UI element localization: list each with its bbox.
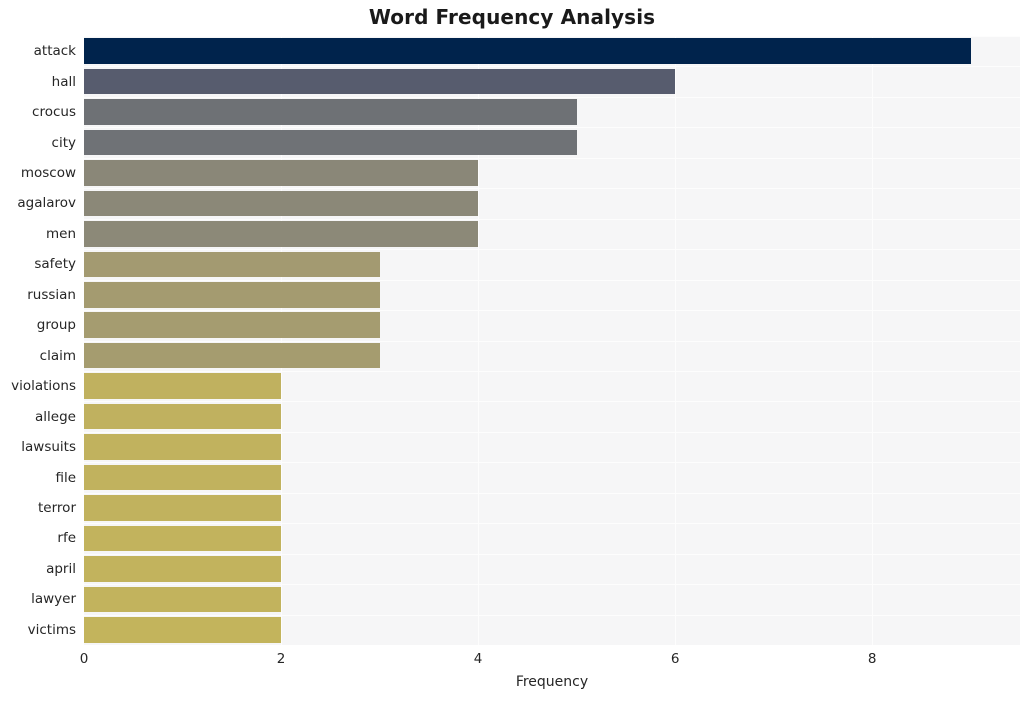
bar	[84, 342, 380, 369]
bar	[84, 373, 282, 399]
y-axis-tick-label: rfe	[57, 530, 76, 547]
horizontal-gridline	[84, 218, 1020, 220]
bar	[84, 464, 282, 491]
horizontal-gridline	[84, 492, 1020, 494]
horizontal-gridline	[84, 523, 1020, 525]
chart-figure: Word Frequency Analysis attack hall crocus…	[0, 0, 1024, 701]
bar	[84, 525, 282, 552]
y-axis-tick-label: allege	[35, 408, 76, 425]
horizontal-gridline	[84, 370, 1020, 372]
x-axis-tick-label: 2	[276, 651, 286, 667]
y-axis-tick-label: city	[51, 134, 76, 151]
bar	[84, 434, 282, 460]
y-axis-tick-label: moscow	[20, 165, 76, 182]
bar	[84, 160, 479, 186]
bar	[84, 312, 380, 339]
y-axis-tick-label: victims	[27, 621, 76, 638]
y-axis-tick-label: claim	[39, 347, 76, 364]
y-axis-tick-label: group	[36, 317, 76, 334]
x-axis-tick-label: 0	[79, 651, 89, 667]
x-axis-tick-label: 4	[473, 651, 483, 667]
horizontal-gridline	[84, 462, 1020, 464]
horizontal-gridline	[84, 66, 1020, 68]
horizontal-gridline	[84, 157, 1020, 159]
y-axis-tick-label: lawyer	[31, 591, 76, 608]
y-axis-tick-labels: attack hall crocus city moscow agalarov men saf…	[0, 36, 76, 645]
bar	[84, 99, 577, 125]
vertical-gridline	[281, 36, 283, 645]
bar	[84, 495, 282, 521]
plot-area	[84, 36, 1020, 645]
y-axis-tick-label: hall	[51, 73, 76, 90]
horizontal-gridline	[84, 340, 1020, 342]
horizontal-gridline	[84, 310, 1020, 312]
horizontal-gridline	[84, 249, 1020, 251]
vertical-gridline	[675, 36, 677, 645]
y-axis-tick-label: men	[45, 225, 76, 242]
horizontal-gridline	[84, 96, 1020, 98]
y-axis-tick-label: terror	[38, 499, 76, 516]
bar	[84, 38, 971, 64]
vertical-gridline	[478, 36, 480, 645]
horizontal-gridline	[84, 127, 1020, 129]
bar	[84, 616, 282, 643]
y-axis-tick-label: safety	[34, 256, 76, 273]
bar	[84, 282, 380, 308]
horizontal-gridline	[84, 279, 1020, 281]
bar	[84, 586, 282, 613]
y-axis-tick-label: russian	[27, 286, 76, 303]
x-axis-title: Frequency	[515, 674, 589, 690]
chart-title: Word Frequency Analysis	[368, 5, 656, 29]
bar	[84, 68, 676, 95]
y-axis-tick-label: crocus	[32, 104, 76, 121]
bar	[84, 556, 282, 582]
horizontal-gridline	[84, 614, 1020, 616]
y-axis-tick-label: file	[55, 469, 76, 486]
horizontal-gridline	[84, 401, 1020, 403]
bar	[84, 221, 479, 247]
bar	[84, 251, 380, 278]
y-axis-tick-label: violations	[11, 378, 76, 395]
horizontal-gridline	[84, 431, 1020, 433]
horizontal-gridline	[84, 36, 1020, 37]
y-axis-tick-label: agalarov	[17, 195, 76, 212]
y-axis-tick-label: attack	[33, 43, 76, 60]
y-axis-tick-label: april	[46, 560, 76, 577]
horizontal-gridline	[84, 553, 1020, 555]
x-axis-tick-labels: 0 2 4 6 8	[0, 648, 1024, 672]
bar	[84, 129, 577, 156]
y-axis-tick-label: lawsuits	[21, 439, 76, 456]
vertical-gridline	[872, 36, 874, 645]
bar	[84, 403, 282, 430]
horizontal-gridline	[84, 188, 1020, 190]
x-axis-tick-label: 6	[670, 651, 680, 667]
horizontal-gridline	[84, 584, 1020, 586]
x-axis-tick-label: 8	[867, 651, 877, 667]
bar	[84, 190, 479, 217]
